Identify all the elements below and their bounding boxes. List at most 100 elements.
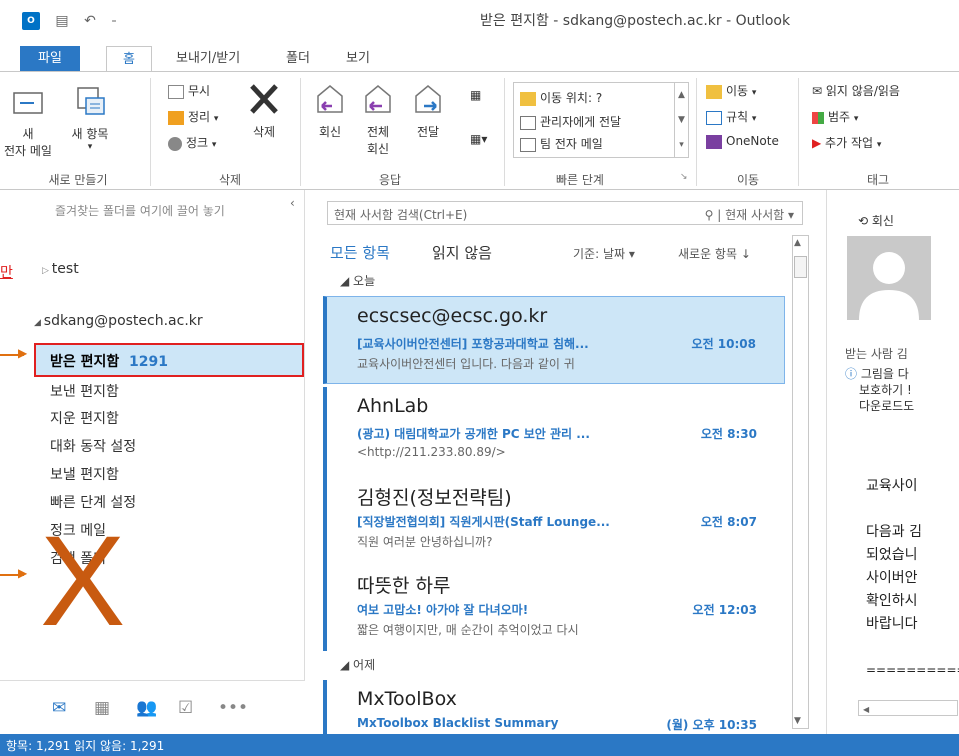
sort-by-dropdown[interactable]: 기준: 날짜 ▾ (573, 245, 635, 262)
move-label: 이동 (726, 84, 749, 98)
reply-button[interactable]: 회신 (308, 82, 352, 140)
calendar-icon[interactable]: ▦ (94, 698, 110, 718)
filter-all[interactable]: 모든 항목 (330, 242, 390, 263)
categorize-button[interactable]: 범주 ▾ (812, 108, 858, 125)
forward-button[interactable]: 전달 (406, 82, 450, 140)
tab-view[interactable]: 보기 (338, 46, 378, 72)
send-receive-icon[interactable]: ▤ (52, 12, 72, 30)
undo-icon[interactable]: ↶ (80, 12, 100, 30)
cleanup-button[interactable]: 정리 ▾ (168, 108, 218, 125)
people-icon[interactable]: 👥 (136, 698, 157, 718)
mail-icon[interactable]: ✉ (52, 698, 66, 718)
quick-step-move-to-label: 이동 위치: ? (540, 91, 603, 105)
filter-unread[interactable]: 읽지 않음 (432, 242, 492, 263)
quick-step-to-manager-label: 관리자에게 전달 (540, 115, 622, 129)
scroll-thumb[interactable] (794, 256, 807, 278)
body-line: 확인하시 (866, 593, 918, 609)
customize-toolbar-icon[interactable]: ₌ (104, 12, 124, 30)
reply-all-label-2: 회신 (366, 142, 390, 156)
message-item[interactable]: ecscsec@ecsc.go.kr [교육사이버안전센터] 포항공과대학교 침… (323, 296, 785, 384)
folder-conversation-actions[interactable]: 대화 동작 설정 (50, 436, 136, 456)
date-group-yesterday[interactable]: ◢ 어제 (340, 656, 375, 673)
ribbon-separator (504, 78, 505, 186)
folder-deleted[interactable]: 지운 편지함 (50, 408, 119, 428)
forward-icon (415, 85, 441, 113)
sort-order-toggle[interactable]: 새로운 항목 ↓ (678, 245, 751, 262)
account-header[interactable]: ◢ sdkang@postech.ac.kr (34, 313, 203, 329)
rules-button[interactable]: 규칙 ▾ (706, 108, 756, 125)
tab-send-receive[interactable]: 보내기/받기 (168, 46, 248, 72)
folder-sent[interactable]: 보낸 편지함 (50, 381, 119, 401)
quick-step-to-manager[interactable]: 관리자에게 전달 (520, 113, 621, 130)
reading-reply-button[interactable]: ⟲ 회신 (858, 212, 894, 229)
search-input[interactable]: 현재 사서함 검색(Ctrl+E) ⚲ | 현재 사서함 ▾ (327, 201, 803, 225)
gallery-scroll-up-icon[interactable]: ▲ (674, 83, 688, 108)
flag-icon: ▶ (812, 136, 826, 150)
tasks-icon[interactable]: ☑ (178, 698, 193, 718)
scroll-left-icon[interactable]: ◀ (859, 705, 869, 714)
message-time: 오전 10:08 (691, 337, 756, 351)
date-group-today[interactable]: ◢ 오늘 (340, 272, 375, 289)
new-items-button[interactable]: 새 항목 ▾ (58, 84, 122, 152)
folder-test-label: test (51, 261, 79, 277)
download-pictures-info[interactable]: ⓘ 그림을 다 보호하기 ! 다운로드도 (845, 366, 914, 414)
tab-folder[interactable]: 폴더 (278, 46, 318, 72)
tab-home[interactable]: 홈 (106, 46, 152, 72)
collapse-icon: ◢ (34, 318, 44, 328)
search-placeholder: 현재 사서함 검색(Ctrl+E) (334, 208, 468, 222)
folder-quick-step-settings[interactable]: 빠른 단계 설정 (50, 492, 136, 512)
followup-dropdown-icon: ▾ (876, 140, 882, 150)
quick-step-move-to[interactable]: 이동 위치: ? (520, 89, 602, 106)
unread-read-button[interactable]: ✉ 읽지 않음/읽음 (812, 82, 900, 99)
folder-inbox-label-wrap: 받은 편지함 1291 (50, 351, 168, 371)
message-item[interactable]: 김형진(정보전략팀) [직장발전협의회] 직원게시판(Staff Lounge.… (323, 475, 785, 563)
message-subject: [직장발전협의회] 직원게시판(Staff Lounge... (357, 515, 610, 529)
tab-file[interactable]: 파일 (20, 46, 80, 72)
reading-pane-hscrollbar[interactable]: ◀ (858, 700, 958, 716)
gallery-scroll-down-icon[interactable]: ▼ (674, 108, 688, 133)
gallery-more-icon[interactable]: ▾ (674, 133, 688, 158)
reply-icon (317, 85, 343, 113)
message-sender: 김형진(정보전략팀) (357, 487, 512, 509)
search-scope-dropdown[interactable]: ⚲ | 현재 사서함 ▾ (705, 206, 794, 223)
folder-test[interactable]: ▷ test (42, 261, 79, 277)
more-icon[interactable]: ••• (218, 698, 248, 718)
sort-by-label: 기준: 날짜 (573, 247, 626, 261)
new-items-label: 새 항목 (71, 127, 109, 141)
search-scope-label: 현재 사서함 (725, 208, 785, 222)
new-email-button[interactable]: 새 전자 메일 (2, 84, 54, 159)
folder-outbox[interactable]: 보낼 편지함 (50, 464, 119, 484)
message-subject: [교육사이버안전센터] 포항공과대학교 침해... (357, 337, 589, 351)
meeting-reply-icon[interactable]: ▦ (470, 88, 481, 102)
ignore-button[interactable]: 무시 (168, 82, 210, 99)
ribbon-separator (798, 78, 799, 186)
onenote-button[interactable]: OneNote (706, 134, 779, 149)
folder-inbox[interactable]: 받은 편지함 1291 (34, 343, 304, 377)
reply-label: 회신 (318, 125, 342, 139)
collapse-pane-icon[interactable]: ‹ (290, 196, 295, 210)
quick-step-team-email[interactable]: 팀 전자 메일 (520, 135, 603, 152)
outlook-app-icon[interactable]: O (22, 12, 40, 30)
move-dropdown-icon: ▾ (751, 88, 757, 98)
message-subject: (광고) 대림대학교가 공개한 PC 보안 관리 ... (357, 427, 590, 441)
followup-button[interactable]: ▶ 추가 작업 ▾ (812, 134, 881, 151)
move-button[interactable]: 이동 ▾ (706, 82, 756, 99)
quick-steps-launcher-icon[interactable]: ↘ (680, 172, 688, 182)
reply-all-button[interactable]: 전체 회신 (356, 82, 400, 157)
message-time: 오전 8:07 (700, 515, 757, 529)
navigation-bar: ✉ ▦ 👥 ☑ ••• (0, 680, 305, 734)
more-respond-icon[interactable]: ▦▾ (470, 132, 487, 146)
message-list-scrollbar[interactable]: ▲ ▼ (792, 235, 809, 729)
junk-button[interactable]: 정크 ▾ (168, 134, 216, 151)
message-item[interactable]: AhnLab (광고) 대림대학교가 공개한 PC 보안 관리 ... 오전 8… (323, 387, 785, 475)
scroll-up-icon[interactable]: ▲ (794, 238, 801, 248)
info-line-3: 다운로드도 (859, 399, 915, 413)
move-folder-icon (706, 84, 722, 99)
delete-button[interactable]: 삭제 (240, 82, 288, 140)
scroll-down-icon[interactable]: ▼ (794, 716, 801, 726)
message-item[interactable]: MxToolBox MxToolbox Blacklist Summary (월… (323, 680, 785, 734)
message-item[interactable]: 따뜻한 하루 여보 고맙소! 아가야 잘 다녀오마! 오전 12:03 짧은 여… (323, 563, 785, 651)
new-email-label-2: 전자 메일 (4, 144, 52, 158)
status-text: 항목: 1,291 읽지 않음: 1,291 (6, 739, 165, 753)
message-time: (월) 오후 10:35 (666, 718, 757, 732)
